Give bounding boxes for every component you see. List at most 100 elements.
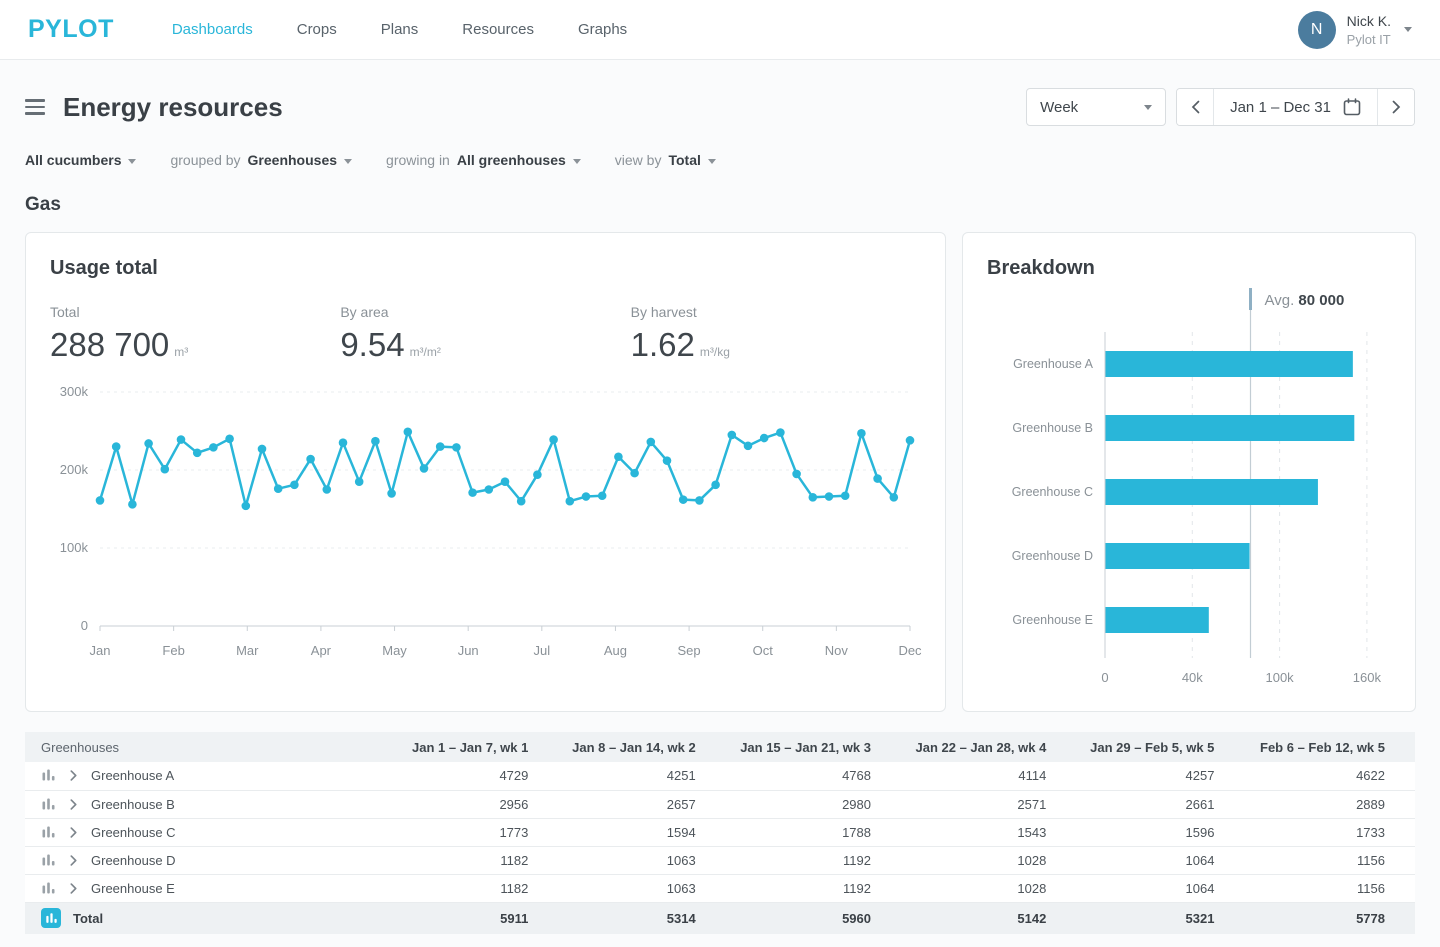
nav-item-resources[interactable]: Resources (462, 21, 534, 38)
svg-text:100k: 100k (1265, 670, 1294, 685)
user-org: Pylot IT (1347, 31, 1391, 48)
table-cell: 1182 (383, 846, 542, 874)
user-menu[interactable]: N Nick K. Pylot IT (1298, 11, 1412, 49)
table-cell: 1063 (542, 846, 709, 874)
svg-text:Oct: Oct (753, 643, 774, 658)
svg-text:Nov: Nov (825, 643, 849, 658)
table-cell: 2889 (1228, 790, 1415, 818)
table-cell: 2956 (383, 790, 542, 818)
table-col-header-week-4: Jan 22 – Jan 28, wk 4 (885, 732, 1060, 762)
table-cell: 2657 (542, 790, 709, 818)
bar-chart-icon-total[interactable] (41, 908, 61, 928)
stat-unit: m³/kg (700, 345, 730, 359)
growing-in-filter[interactable]: growing inAll greenhouses (386, 152, 581, 168)
nav-item-graphs[interactable]: Graphs (578, 21, 627, 38)
svg-text:Aug: Aug (604, 643, 627, 658)
avatar[interactable]: N (1298, 11, 1336, 49)
bar-chart-icon[interactable] (41, 768, 56, 783)
table-row-greenhouse-e[interactable]: Greenhouse E118210631192102810641156 (25, 874, 1415, 902)
table-cell: 1182 (383, 874, 542, 902)
stat-by-harvest: By harvest1.62m³/kg (631, 304, 921, 364)
table-cell: 4114 (885, 762, 1060, 790)
date-range-button[interactable]: Jan 1 – Dec 31 (1213, 89, 1378, 125)
table-cell: 4257 (1060, 762, 1228, 790)
svg-text:100k: 100k (60, 540, 89, 555)
table-row-greenhouse-a[interactable]: Greenhouse A472942514768411442574622 (25, 762, 1415, 790)
chevron-down-icon (1404, 27, 1412, 32)
row-label: Greenhouse E (91, 881, 175, 896)
table-col-header-week-6: Feb 6 – Feb 12, wk 5 (1228, 732, 1415, 762)
breakdown-card-title: Breakdown (987, 257, 1391, 280)
chevron-right-icon (1392, 100, 1401, 114)
table-cell-total: 5911 (383, 902, 542, 934)
chevron-right-icon[interactable] (68, 799, 79, 810)
expand-row-icon[interactable] (68, 770, 79, 781)
bar-chart-icon[interactable] (41, 881, 56, 896)
table-row-greenhouse-d[interactable]: Greenhouse D118210631192102810641156 (25, 846, 1415, 874)
svg-text:Jun: Jun (458, 643, 479, 658)
table-cell: 2571 (885, 790, 1060, 818)
usage-stats: Total288 700m³By area9.54m³/m²By harvest… (50, 304, 921, 364)
page-title: Energy resources (63, 92, 283, 123)
svg-text:Greenhouse C: Greenhouse C (1012, 485, 1093, 499)
chevron-right-icon[interactable] (68, 827, 79, 838)
table-cell: 1788 (710, 818, 885, 846)
nav-item-dashboards[interactable]: Dashboards (172, 21, 253, 38)
table-cell: 4768 (710, 762, 885, 790)
table-cell: 1733 (1228, 818, 1415, 846)
bar-chart-icon[interactable] (41, 853, 56, 868)
chevron-down-icon (1144, 105, 1152, 110)
table-header: GreenhousesJan 1 – Jan 7, wk 1Jan 8 – Ja… (25, 732, 1415, 762)
table-row-greenhouse-c[interactable]: Greenhouse C177315941788154315961733 (25, 818, 1415, 846)
table-cell-total: 5960 (710, 902, 885, 934)
table-col-header-week-2: Jan 8 – Jan 14, wk 2 (542, 732, 709, 762)
svg-text:200k: 200k (60, 462, 89, 477)
chevron-down-icon (344, 159, 352, 164)
svg-text:0: 0 (1101, 670, 1108, 685)
next-period-button[interactable] (1378, 89, 1414, 125)
nav-item-crops[interactable]: Crops (297, 21, 337, 38)
calendar-icon (1343, 98, 1361, 116)
svg-text:Mar: Mar (236, 643, 259, 658)
greenhouses-table: GreenhousesJan 1 – Jan 7, wk 1Jan 8 – Ja… (25, 732, 1415, 934)
table-cell: 1063 (542, 874, 709, 902)
table-col-header-week-3: Jan 15 – Jan 21, wk 3 (710, 732, 885, 762)
table-cell: 1596 (1060, 818, 1228, 846)
table-cell: 4251 (542, 762, 709, 790)
row-label: Greenhouse A (91, 768, 174, 783)
chevron-right-icon[interactable] (68, 855, 79, 866)
table-row-greenhouse-b[interactable]: Greenhouse B295626572980257126612889 (25, 790, 1415, 818)
table-row-total[interactable]: Total591153145960514253215778 (25, 902, 1415, 934)
chevron-right-icon[interactable] (68, 770, 79, 781)
expand-row-icon[interactable] (68, 855, 79, 866)
grouped-by-filter[interactable]: grouped byGreenhouses (170, 152, 352, 168)
svg-text:300k: 300k (60, 384, 89, 399)
expand-row-icon[interactable] (68, 827, 79, 838)
nav-item-plans[interactable]: Plans (381, 21, 419, 38)
bar-chart-icon (41, 825, 56, 840)
view-by-filter[interactable]: view byTotal (615, 152, 716, 168)
chevron-right-icon[interactable] (68, 883, 79, 894)
table-col-header-week-5: Jan 29 – Feb 5, wk 5 (1060, 732, 1228, 762)
stat-label: By harvest (631, 304, 921, 320)
prev-period-button[interactable] (1177, 89, 1213, 125)
bar-chart-icon (41, 768, 56, 783)
crop-filter[interactable]: All cucumbers (25, 152, 136, 168)
usage-card-title: Usage total (50, 257, 921, 280)
menu-icon[interactable] (25, 95, 45, 119)
table-cell: 1773 (383, 818, 542, 846)
pylot-logo[interactable]: PYLOT (28, 15, 114, 44)
stat-unit: m³ (174, 345, 188, 359)
chevron-down-icon (708, 159, 716, 164)
expand-row-icon[interactable] (68, 883, 79, 894)
bar-chart-icon (41, 797, 56, 812)
svg-text:Greenhouse A: Greenhouse A (1013, 357, 1094, 371)
svg-text:Jan: Jan (90, 643, 111, 658)
svg-text:Feb: Feb (162, 643, 184, 658)
period-select[interactable]: Week (1026, 88, 1166, 126)
bar-chart-icon[interactable] (41, 825, 56, 840)
bar-chart-icon[interactable] (41, 797, 56, 812)
page: PYLOT Dashboards Crops Plans Resources Graph… (0, 0, 1440, 947)
row-label: Greenhouse B (91, 797, 175, 812)
expand-row-icon[interactable] (68, 799, 79, 810)
